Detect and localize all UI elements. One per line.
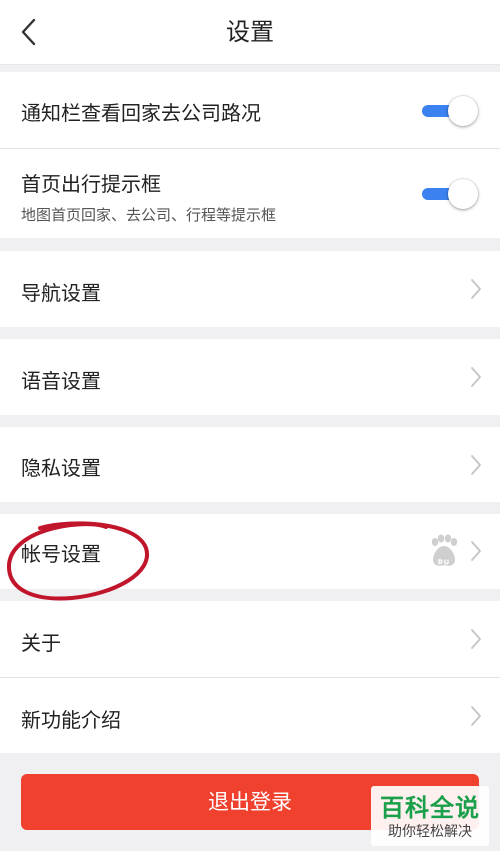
chevron-right-icon [471,629,481,649]
page-title: 设置 [226,18,274,46]
toggle-knob [448,179,478,209]
menu-item-account[interactable]: 帐号设置 [0,514,500,589]
traffic-toggle[interactable] [420,94,482,128]
watermark-subtitle: 助你轻松解决 [388,824,472,840]
back-button[interactable] [12,14,48,50]
menu-item-label: 导航设置 [21,281,101,305]
menu-item-whats-new[interactable]: 新功能介绍 [0,678,500,753]
toggle-label: 首页出行提示框 [21,172,161,196]
watermark-title: 百科全说 [380,794,480,822]
toggle-label: 通知栏查看回家去公司路况 [21,101,261,125]
menu-item-about[interactable]: 关于 [0,601,500,677]
menu-item-label: 帐号设置 [21,542,101,566]
chevron-right-icon [471,279,481,299]
menu-item-label: 新功能介绍 [21,708,121,732]
chevron-right-icon [471,541,481,561]
chevron-right-icon [471,706,481,726]
toggle-sublabel: 地图首页回家、去公司、行程等提示框 [21,206,277,224]
chevron-left-icon [21,18,36,46]
menu-item-privacy[interactable]: 隐私设置 [0,427,500,502]
baidu-paw-icon [431,534,458,566]
chevron-right-icon [471,367,481,387]
toggle-row-home-tips: 首页出行提示框 地图首页回家、去公司、行程等提示框 [0,149,500,238]
menu-item-voice[interactable]: 语音设置 [0,339,500,415]
menu-item-label: 语音设置 [21,369,101,393]
home-tips-toggle[interactable] [420,177,482,211]
watermark: 百科全说 助你轻松解决 [371,786,489,846]
toggle-row-traffic: 通知栏查看回家去公司路况 [0,72,500,148]
toggle-knob [448,96,478,126]
chevron-right-icon [471,455,481,475]
menu-item-label: 隐私设置 [21,456,101,480]
menu-item-label: 关于 [21,631,61,655]
header-bar: 设置 [0,0,500,65]
menu-item-navigation[interactable]: 导航设置 [0,251,500,327]
